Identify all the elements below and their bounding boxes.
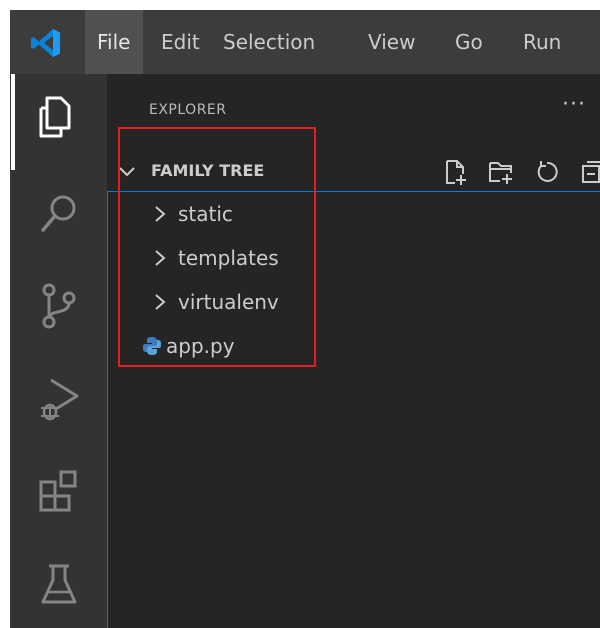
activity-testing[interactable] <box>11 540 107 628</box>
activity-run-and-debug[interactable] <box>11 354 107 444</box>
collapse-all-icon[interactable] <box>579 158 600 190</box>
vscode-window: File Edit Selection View Go Run EXPLORER… <box>10 10 600 628</box>
debug-icon <box>41 378 79 421</box>
activity-search[interactable] <box>11 170 107 260</box>
menu-view[interactable]: View <box>368 10 415 74</box>
new-file-icon[interactable] <box>441 158 469 190</box>
files-icon <box>39 96 71 138</box>
sidebar-title: EXPLORER <box>149 102 227 118</box>
extensions-icon <box>39 470 77 512</box>
menu-go[interactable]: Go <box>455 10 483 74</box>
source-control-icon <box>42 283 76 329</box>
vscode-logo-icon <box>31 29 60 57</box>
search-icon <box>41 195 76 232</box>
new-folder-icon[interactable] <box>487 158 515 190</box>
flask-icon <box>41 564 77 604</box>
more-actions-button[interactable]: ··· <box>562 92 586 117</box>
menu-run[interactable]: Run <box>523 10 561 74</box>
activity-explorer[interactable] <box>11 74 107 170</box>
menu-selection[interactable]: Selection <box>223 10 315 74</box>
refresh-icon[interactable] <box>533 158 561 190</box>
activity-source-control[interactable] <box>11 260 107 350</box>
active-indicator <box>11 74 15 170</box>
activity-extensions[interactable] <box>11 446 107 536</box>
activity-bar <box>11 74 107 628</box>
menu-file[interactable]: File <box>85 10 143 74</box>
title-bar: File Edit Selection View Go Run <box>11 10 600 74</box>
menu-edit[interactable]: Edit <box>161 10 200 74</box>
annotation-highlight-box <box>118 127 316 367</box>
